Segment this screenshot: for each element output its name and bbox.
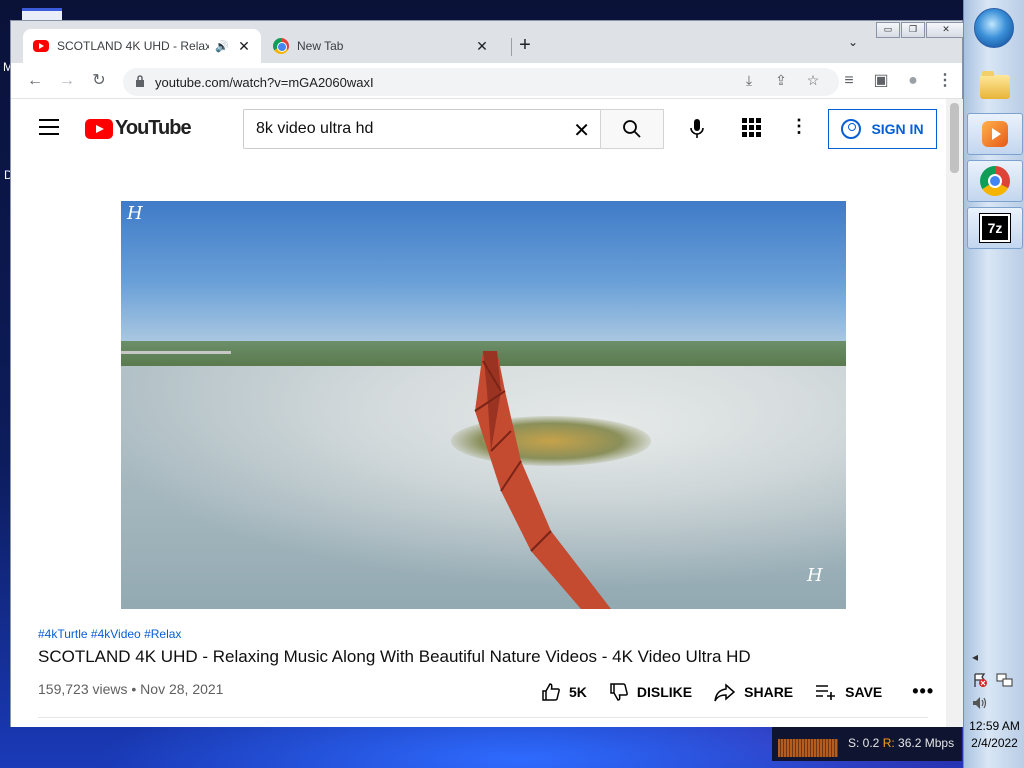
volume-icon[interactable] xyxy=(972,696,988,713)
video-actions: 5K DISLIKE SHARE SAVE ••• xyxy=(541,681,934,702)
sign-in-button[interactable]: SIGN IN xyxy=(828,109,937,149)
share-icon[interactable]: ⇪ xyxy=(765,72,797,89)
lock-icon[interactable] xyxy=(135,74,145,90)
search-icon xyxy=(623,120,641,138)
watermark-logo: H xyxy=(127,203,143,224)
taskbar-explorer[interactable] xyxy=(967,66,1023,108)
thumbs-up-icon xyxy=(542,682,560,701)
media-control-icon[interactable]: ≡ xyxy=(837,69,861,93)
tab-youtube[interactable]: SCOTLAND 4K UHD - Relaxi 🔊 ✕ xyxy=(23,29,261,63)
send-speed: S: 0.2 xyxy=(848,736,880,750)
tab-new-tab[interactable]: New Tab ✕ xyxy=(263,29,499,63)
sign-in-label: SIGN IN xyxy=(871,121,924,137)
taskbar-chrome[interactable] xyxy=(967,160,1023,202)
account-circle-icon xyxy=(841,119,862,139)
youtube-logo[interactable]: YouTube xyxy=(85,117,192,140)
tab-search-icon[interactable]: ⌄ xyxy=(843,35,863,49)
video-hashtags[interactable]: #4kTurtle #4kVideo #Relax xyxy=(38,627,181,641)
tab-separator xyxy=(511,38,512,56)
hamburger-menu-icon[interactable] xyxy=(39,119,59,135)
7zip-icon: 7z xyxy=(979,213,1011,243)
action-center-flag-icon[interactable] xyxy=(972,672,988,691)
divider xyxy=(38,717,928,718)
address-bar[interactable]: youtube.com/watch?v=mGA2060waxI ⤓ ⇪ ☆ xyxy=(123,68,839,96)
clock-date: 2/4/2022 xyxy=(971,736,1018,750)
page-scrollbar[interactable] xyxy=(946,99,963,727)
taskbar: 7z ◂ 12:59 AM 2/4/2022 xyxy=(963,0,1024,768)
minimize-button[interactable]: ▭ xyxy=(876,22,900,38)
window-controls: ▭ ❐ ✕ xyxy=(875,22,966,38)
restore-button[interactable]: ❐ xyxy=(901,22,925,38)
voice-search-button[interactable] xyxy=(677,109,717,149)
share-label: SHARE xyxy=(744,683,794,700)
save-label: SAVE xyxy=(845,683,883,700)
like-count: 5K xyxy=(569,683,587,700)
search-box[interactable]: ✕ xyxy=(243,109,601,149)
reload-button[interactable]: ↻ xyxy=(87,69,111,93)
recv-label: R: xyxy=(882,736,895,750)
youtube-logo-text: YouTube xyxy=(115,117,192,139)
dislike-label: DISLIKE xyxy=(636,683,693,700)
network-speed-text: S: 0.2 R: 36.2 Mbps xyxy=(848,736,954,750)
folder-icon xyxy=(980,71,1010,99)
tab-close-icon[interactable]: ✕ xyxy=(473,38,491,55)
chrome-icon xyxy=(980,166,1010,196)
playlist-add-icon xyxy=(816,684,836,700)
like-button[interactable]: 5K xyxy=(541,682,587,702)
scrollbar-thumb[interactable] xyxy=(950,103,959,173)
youtube-play-icon xyxy=(85,118,113,139)
more-actions-icon[interactable]: ••• xyxy=(912,681,934,702)
youtube-header: YouTube ✕ ⋮ SIGN IN xyxy=(11,99,946,155)
video-title: SCOTLAND 4K UHD - Relaxing Music Along W… xyxy=(38,647,751,666)
network-tray-icon[interactable] xyxy=(996,672,1014,691)
new-tab-button[interactable]: + xyxy=(513,34,537,58)
close-window-button[interactable]: ✕ xyxy=(926,22,966,38)
recv-speed: 36.2 Mbps xyxy=(898,736,955,750)
profile-icon[interactable]: ● xyxy=(901,69,925,93)
browser-toolbar: ← → ↻ youtube.com/watch?v=mGA2060waxI ⤓ … xyxy=(11,63,962,99)
share-button[interactable]: SHARE xyxy=(714,682,793,702)
share-arrow-icon xyxy=(714,682,736,701)
clock-time: 12:59 AM xyxy=(969,719,1020,733)
back-button[interactable]: ← xyxy=(23,69,47,93)
save-button[interactable]: SAVE xyxy=(815,683,882,701)
network-graph xyxy=(778,731,838,757)
tab-close-icon[interactable]: ✕ xyxy=(235,38,253,55)
youtube-page: YouTube ✕ ⋮ SIGN IN xyxy=(11,99,946,727)
chrome-menu-icon[interactable]: ⋮ xyxy=(933,69,957,93)
watermark-logo: H xyxy=(807,565,823,586)
search-input[interactable] xyxy=(256,120,556,138)
taskbar-7zip[interactable]: 7z xyxy=(967,207,1023,249)
youtube-favicon-icon xyxy=(33,40,49,52)
tray-expand-icon[interactable]: ◂ xyxy=(972,650,978,664)
bookmark-star-icon[interactable]: ☆ xyxy=(797,72,829,89)
media-player-icon xyxy=(982,121,1008,147)
clock[interactable]: 12:59 AM 2/4/2022 xyxy=(964,718,1024,752)
start-button[interactable] xyxy=(974,8,1014,48)
microphone-icon xyxy=(690,119,704,138)
install-icon[interactable]: ⤓ xyxy=(733,72,765,89)
tab-bar: SCOTLAND 4K UHD - Relaxi 🔊 ✕ New Tab ✕ +… xyxy=(11,21,966,63)
speaker-icon[interactable]: 🔊 xyxy=(215,40,229,53)
taskbar-media-player[interactable] xyxy=(967,113,1023,155)
dislike-button[interactable]: DISLIKE xyxy=(609,682,692,702)
forth-bridge-tower xyxy=(474,351,611,609)
side-panel-icon[interactable]: ▣ xyxy=(869,69,893,93)
tab-title: New Tab xyxy=(297,39,344,53)
url-text[interactable]: youtube.com/watch?v=mGA2060waxI xyxy=(155,75,374,90)
more-options-icon[interactable]: ⋮ xyxy=(787,115,811,139)
clear-search-icon[interactable]: ✕ xyxy=(573,118,590,143)
video-player[interactable]: H H xyxy=(121,201,846,609)
tab-title: SCOTLAND 4K UHD - Relaxi xyxy=(57,39,210,53)
apps-grid-icon[interactable] xyxy=(739,115,763,139)
video-meta: 159,723 views • Nov 28, 2021 xyxy=(38,681,224,697)
search-button[interactable] xyxy=(600,109,664,149)
thumbs-down-icon xyxy=(610,682,628,701)
forward-button[interactable]: → xyxy=(55,69,79,93)
chrome-favicon-icon xyxy=(273,38,289,54)
network-monitor: S: 0.2 R: 36.2 Mbps xyxy=(772,727,962,761)
browser-window: SCOTLAND 4K UHD - Relaxi 🔊 ✕ New Tab ✕ +… xyxy=(10,20,966,727)
